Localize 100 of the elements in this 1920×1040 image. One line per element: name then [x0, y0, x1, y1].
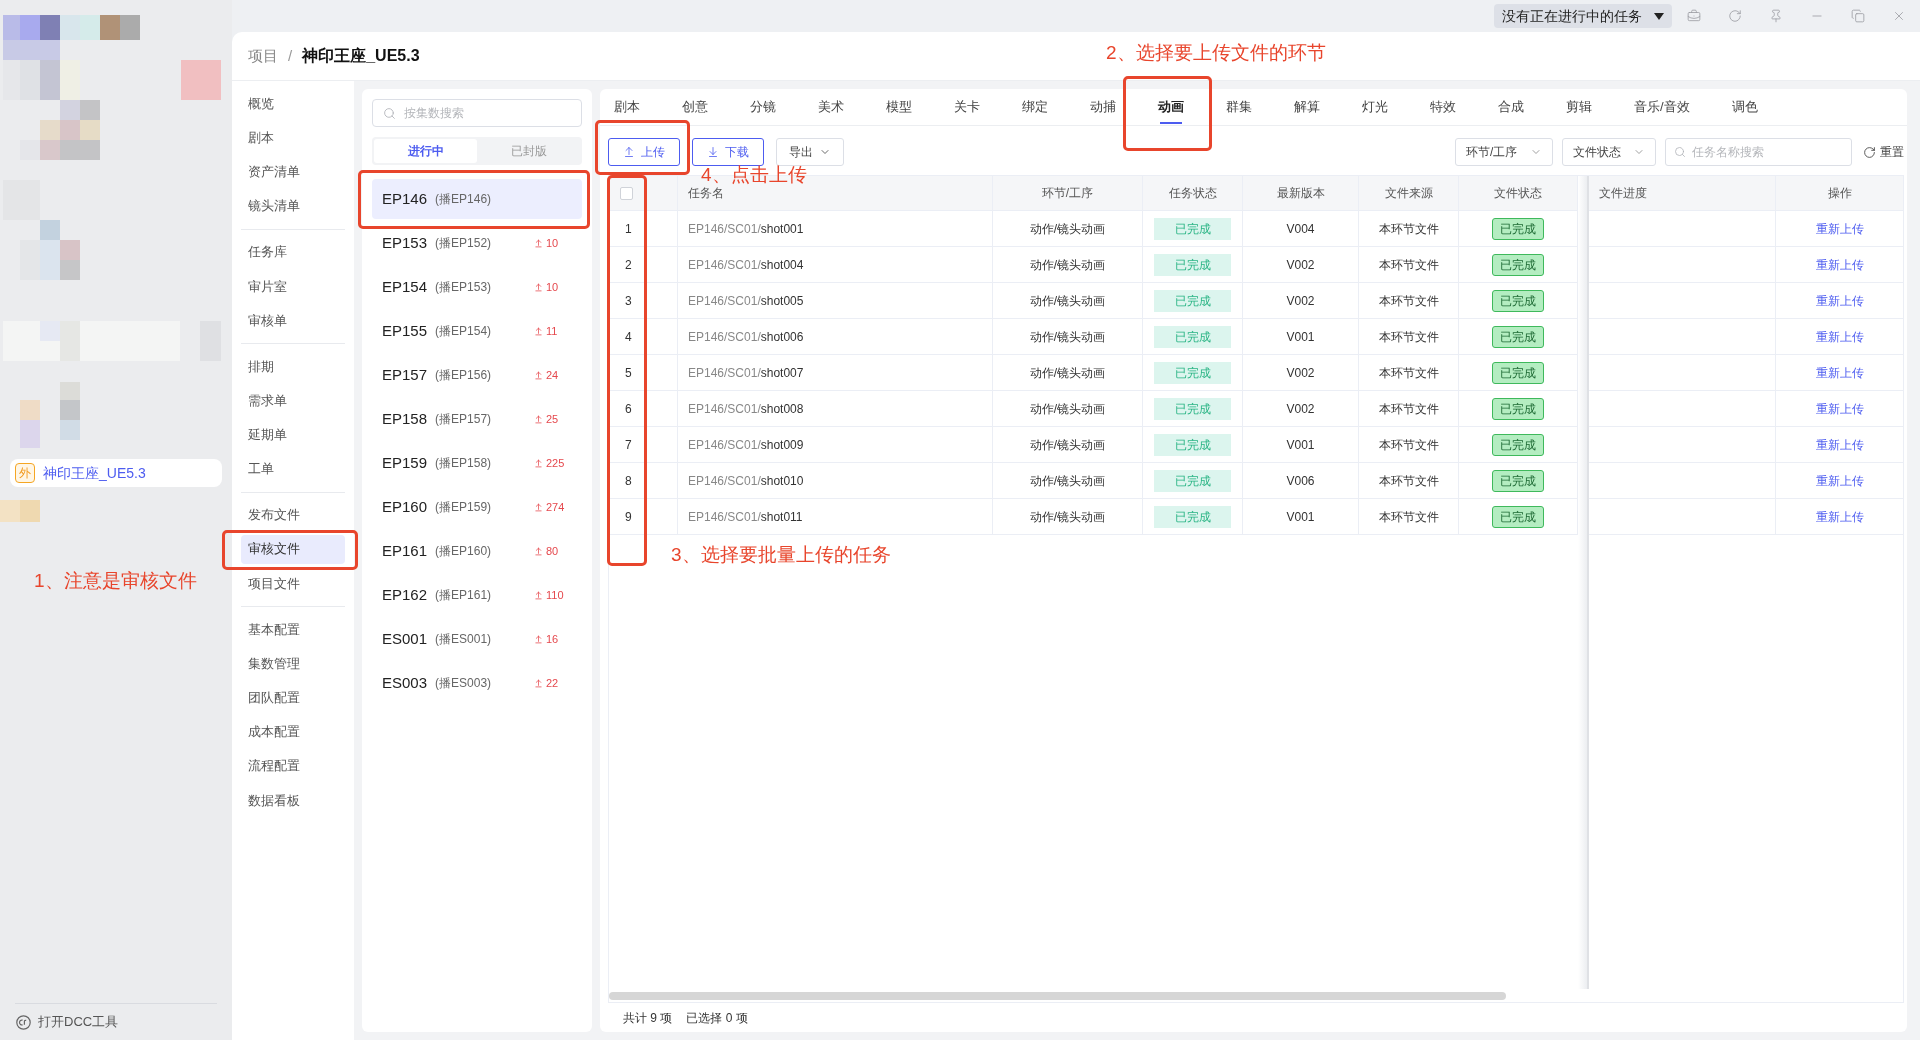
nav-item[interactable]: 需求单 — [241, 386, 345, 416]
upload-icon — [623, 146, 635, 158]
stage-tab[interactable]: 特效 — [1416, 89, 1470, 125]
upload-icon — [534, 414, 543, 424]
nav-item[interactable]: 概览 — [241, 89, 345, 118]
row-index: 6 — [609, 391, 678, 426]
nav-item[interactable]: 成本配置 — [241, 717, 345, 747]
version-cell: V002 — [1243, 247, 1359, 282]
stage-tab[interactable]: 解算 — [1280, 89, 1334, 125]
episode-code: EP155 — [382, 320, 428, 341]
stage-tab[interactable]: 音乐/音效 — [1620, 89, 1704, 125]
source-cell: 本环节文件 — [1359, 211, 1459, 246]
task-name-cell: EP146/SC01/shot008 — [678, 391, 993, 426]
nav-item[interactable]: 排期 — [241, 351, 345, 381]
task-dropdown[interactable]: 没有正在进行中的任务 — [1494, 4, 1672, 28]
stage-tab[interactable]: 剧本 — [600, 89, 654, 125]
upload-count: 10 — [546, 279, 559, 295]
horizontal-scrollbar[interactable] — [609, 991, 1506, 1000]
breadcrumb-link[interactable]: 项目 — [248, 44, 278, 68]
stage-tab[interactable]: 灯光 — [1348, 89, 1402, 125]
stage-tab[interactable]: 调色 — [1717, 89, 1772, 125]
reupload-link[interactable]: 重新上传 — [1815, 291, 1864, 310]
nav-item[interactable]: 工单 — [241, 454, 345, 484]
menu-button[interactable]: 导出 — [776, 138, 844, 166]
task-status-tag: 已完成 — [1154, 505, 1231, 528]
project-item[interactable]: 外 神印王座_UE5.3 — [10, 459, 222, 487]
row-index: 4 — [609, 319, 678, 354]
episode-code: EP146 — [382, 188, 428, 209]
task-search-field[interactable]: 任务名称搜索 — [1665, 138, 1852, 166]
stage-tab[interactable]: 动画 — [1144, 89, 1198, 125]
episode-code: EP162 — [382, 584, 428, 605]
version-cell: V001 — [1243, 319, 1359, 354]
caret-icon — [1654, 12, 1664, 20]
file-status-tag: 已完成 — [1492, 361, 1544, 384]
download-icon — [707, 146, 719, 158]
row-index: 7 — [609, 427, 678, 462]
nav-item[interactable]: 审核文件 — [241, 534, 345, 564]
restore-icon[interactable] — [1851, 9, 1865, 23]
stage-tab[interactable]: 创意 — [668, 89, 722, 125]
stage-tab[interactable]: 群集 — [1212, 89, 1266, 125]
stage-tab[interactable]: 分镜 — [736, 89, 790, 125]
nav-item[interactable]: 集数管理 — [241, 649, 345, 679]
nav-item[interactable]: 数据看板 — [241, 785, 345, 815]
nav-item[interactable]: 团队配置 — [241, 683, 345, 713]
nav-item[interactable]: 审片室 — [241, 271, 345, 301]
reupload-link[interactable]: 重新上传 — [1815, 327, 1864, 346]
reupload-link[interactable]: 重新上传 — [1815, 507, 1864, 526]
project-badge: 外 — [15, 463, 35, 483]
reupload-link[interactable]: 重新上传 — [1815, 255, 1864, 274]
reupload-link[interactable]: 重新上传 — [1815, 363, 1864, 382]
upload-button[interactable]: 上传 — [608, 138, 680, 166]
nav-item[interactable]: 资产清单 — [241, 157, 345, 187]
column-header: 文件进度 — [1599, 185, 1647, 202]
source-cell: 本环节文件 — [1359, 319, 1459, 354]
stage-tab[interactable]: 模型 — [872, 89, 926, 125]
reupload-link[interactable]: 重新上传 — [1815, 399, 1864, 418]
annotation-note: 3、选择要批量上传的任务 — [671, 545, 891, 565]
nav-item[interactable]: 剧本 — [241, 123, 345, 153]
nav-item[interactable]: 延期单 — [241, 420, 345, 450]
episode-code: EP154 — [382, 276, 428, 297]
stage-tab[interactable]: 剪辑 — [1552, 89, 1606, 125]
stage-tab[interactable]: 关卡 — [940, 89, 994, 125]
nav-item[interactable]: 项目文件 — [241, 568, 345, 598]
file-status-tag: 已完成 — [1492, 217, 1544, 240]
task-status-tag: 已完成 — [1154, 397, 1231, 420]
nav-item[interactable]: 任务库 — [241, 237, 345, 267]
upload-icon — [534, 546, 543, 556]
nav-item[interactable]: 流程配置 — [241, 751, 345, 781]
episode-code: EP157 — [382, 364, 428, 385]
annotation-note: 1、注意是审核文件 — [34, 570, 197, 591]
filter-select[interactable]: 环节/工序 — [1455, 138, 1553, 166]
stage-tab[interactable]: 绑定 — [1008, 89, 1062, 125]
filter-select[interactable]: 文件状态 — [1562, 138, 1656, 166]
reupload-link[interactable]: 重新上传 — [1815, 219, 1864, 238]
select-all-checkbox[interactable] — [620, 186, 633, 200]
reupload-link[interactable]: 重新上传 — [1815, 435, 1864, 454]
episode-search-field[interactable]: 按集数搜索 — [372, 99, 582, 127]
episode-code: EP153 — [382, 232, 428, 253]
upload-count: 11 — [546, 323, 558, 339]
dcc-tool-link[interactable]: 打开DCC工具 — [38, 1012, 119, 1032]
nav-item[interactable]: 审核单 — [241, 305, 345, 335]
reset-button[interactable]: 重置 — [1863, 143, 1904, 161]
pin-icon[interactable] — [1769, 9, 1783, 23]
briefcase-icon[interactable] — [1687, 9, 1701, 23]
status-filter-tab[interactable]: 进行中 — [374, 139, 477, 163]
stage-tab[interactable]: 合成 — [1484, 89, 1538, 125]
refresh-icon[interactable] — [1728, 9, 1742, 23]
stage-tab[interactable]: 动捕 — [1076, 89, 1130, 125]
stage-cell: 动作/镜头动画 — [993, 355, 1143, 390]
download-button[interactable]: 下载 — [692, 138, 764, 166]
page-title: 神印王座_UE5.3 — [302, 46, 420, 66]
nav-item[interactable]: 发布文件 — [241, 500, 345, 530]
upload-icon — [534, 634, 543, 644]
episode-item[interactable]: EP146 (播EP146) — [372, 179, 582, 219]
stage-cell: 动作/镜头动画 — [993, 211, 1143, 246]
close-icon[interactable] — [1892, 9, 1906, 23]
nav-item[interactable]: 镜头清单 — [241, 191, 345, 221]
nav-item[interactable]: 基本配置 — [241, 614, 345, 644]
reupload-link[interactable]: 重新上传 — [1815, 471, 1864, 490]
stage-tab[interactable]: 美术 — [804, 89, 858, 125]
